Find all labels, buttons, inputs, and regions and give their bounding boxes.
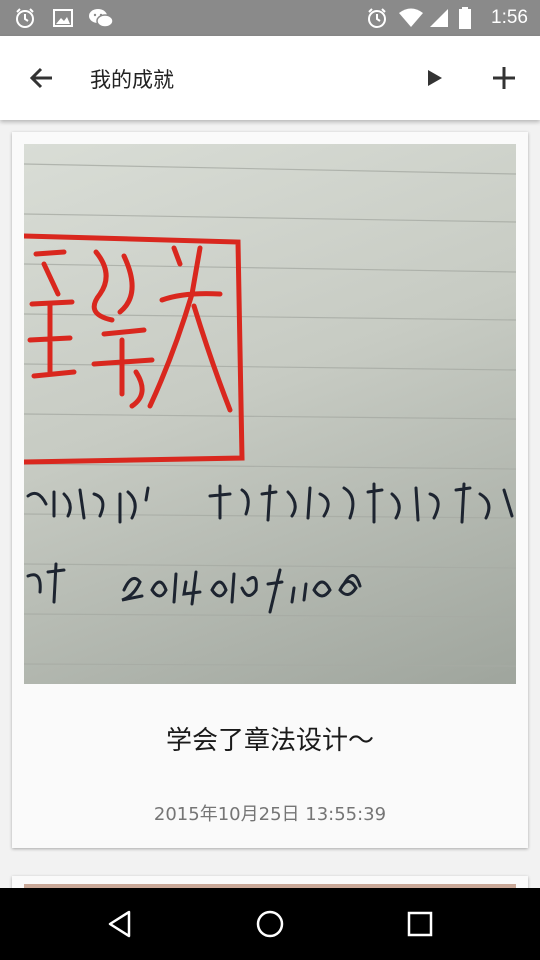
recents-square-icon	[407, 911, 433, 937]
battery-icon	[458, 7, 472, 29]
nav-back-button[interactable]	[98, 902, 142, 946]
nav-home-button[interactable]	[248, 902, 292, 946]
back-button[interactable]	[20, 56, 64, 100]
add-button[interactable]	[482, 56, 526, 100]
status-time: 1:56	[491, 7, 528, 28]
achievement-caption: 学会了章法设计～	[165, 726, 374, 756]
play-icon	[428, 70, 442, 86]
plus-icon	[493, 67, 515, 89]
seal-handwriting-image	[24, 163, 516, 667]
image-icon	[52, 7, 74, 29]
achievement-card[interactable]: 学会了章法设计～ 2015年10月25日 13:55:39	[12, 132, 528, 848]
status-bar: 1:56	[0, 0, 540, 36]
signal-icon	[428, 7, 450, 29]
back-triangle-icon	[108, 910, 131, 938]
achievement-date: 2015年10月25日 13:55:39	[153, 804, 387, 825]
arrow-back-icon	[29, 67, 52, 89]
page-title: 我的成就	[90, 68, 174, 92]
play-button[interactable]	[412, 56, 456, 100]
system-nav-bar	[0, 888, 540, 960]
achievement-list[interactable]: 学会了章法设计～ 2015年10月25日 13:55:39	[0, 120, 540, 888]
wifi-icon	[398, 7, 424, 29]
app-toolbar: 我的成就	[0, 36, 540, 120]
nav-recents-button[interactable]	[398, 902, 442, 946]
achievement-card[interactable]	[12, 876, 528, 888]
wechat-icon	[88, 7, 114, 29]
alarm-icon	[14, 7, 36, 29]
achievement-photo[interactable]	[24, 144, 516, 684]
home-circle-icon	[256, 910, 284, 938]
alarm-icon	[366, 7, 388, 29]
